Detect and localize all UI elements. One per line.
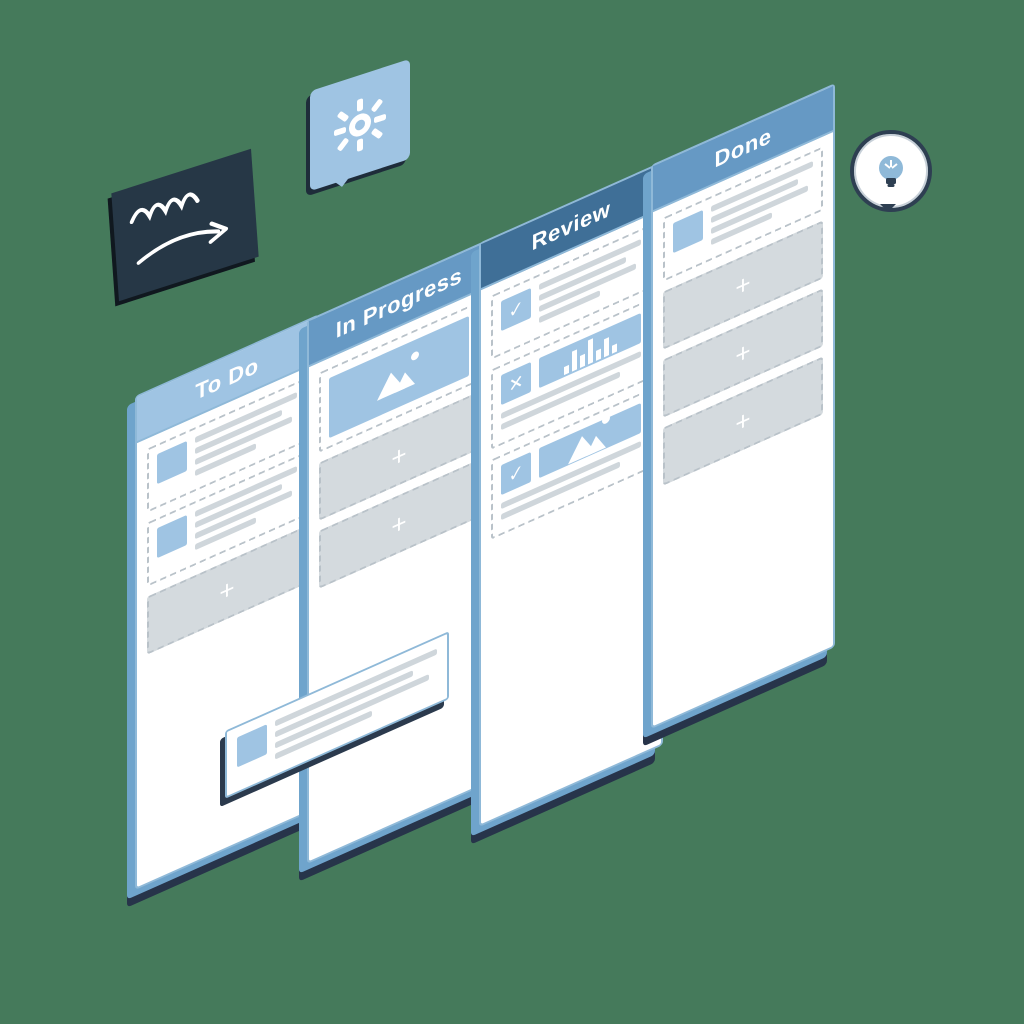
sticky-note-icon <box>111 149 258 301</box>
kanban-column-in-progress[interactable]: In Progress + + <box>307 238 491 864</box>
kanban-column-done[interactable]: Done + + + <box>651 83 835 729</box>
kanban-column-todo[interactable]: To Do + <box>135 314 319 890</box>
image-icon <box>377 353 421 401</box>
card-thumbnail-icon <box>237 724 267 767</box>
card-thumbnail-icon <box>157 441 187 484</box>
check-icon: ✓ <box>501 288 531 331</box>
gear-icon <box>310 59 410 191</box>
check-icon: ✓ <box>501 452 531 495</box>
card-thumbnail-icon <box>673 210 703 253</box>
card-thumbnail-icon <box>157 515 187 558</box>
cross-icon: ✕ <box>501 362 531 405</box>
kanban-column-review[interactable]: Review ✓ ✕ ✓ <box>479 161 663 827</box>
lightbulb-icon <box>850 130 932 212</box>
